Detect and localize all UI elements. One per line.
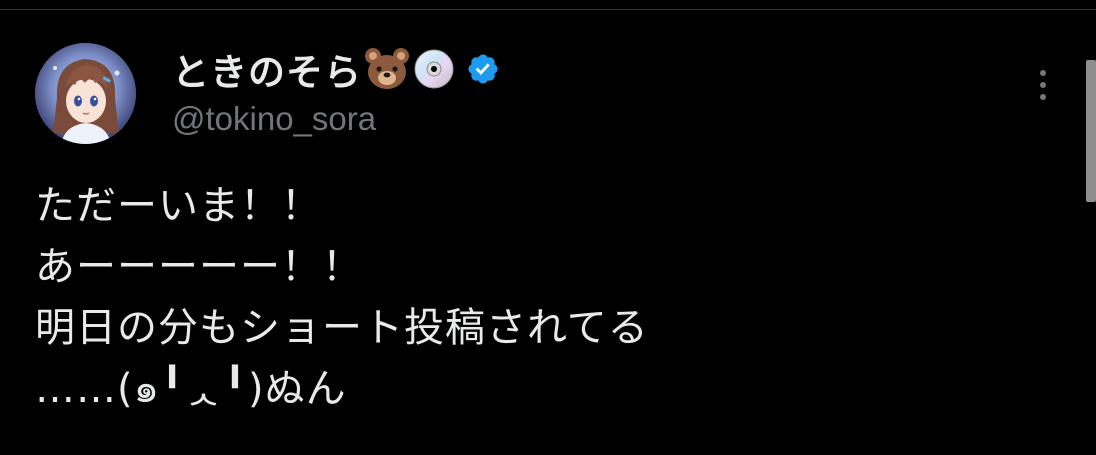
- tweet-text: ただーいま！！ あーーーーー！！ 明日の分もショート投稿されてる ……(๑╹ᆺ╹…: [35, 176, 1055, 420]
- tweet-text-line: ……(๑╹ᆺ╹)ぬん: [35, 366, 347, 412]
- more-vertical-icon-dot: [1040, 94, 1046, 100]
- verified-badge-icon[interactable]: [466, 52, 500, 86]
- top-divider: [0, 9, 1096, 10]
- tweet-text-line: あーーーーー！！: [35, 244, 363, 290]
- author-display-name[interactable]: ときのそら: [172, 42, 362, 96]
- more-options-button[interactable]: [1028, 62, 1058, 108]
- scrollbar-thumb[interactable]: [1086, 60, 1096, 202]
- bear-face-icon: [364, 47, 410, 91]
- more-vertical-icon-dot: [1040, 82, 1046, 88]
- tweet-card: ときのそら @tokino_sora ただーいま！！ あーーーーー！！ 明日の分…: [0, 0, 1096, 455]
- tweet-text-line: ただーいま！！: [35, 183, 322, 229]
- tweet-text-line: 明日の分もショート投稿されてる: [35, 305, 649, 351]
- author-handle[interactable]: @tokino_sora: [172, 100, 500, 138]
- more-vertical-icon-dot: [1040, 70, 1046, 76]
- dvd-disc-icon: [412, 47, 456, 91]
- author-avatar[interactable]: [35, 43, 136, 144]
- name-row: ときのそら: [172, 44, 500, 94]
- tweet-header: ときのそら @tokino_sora: [172, 44, 500, 138]
